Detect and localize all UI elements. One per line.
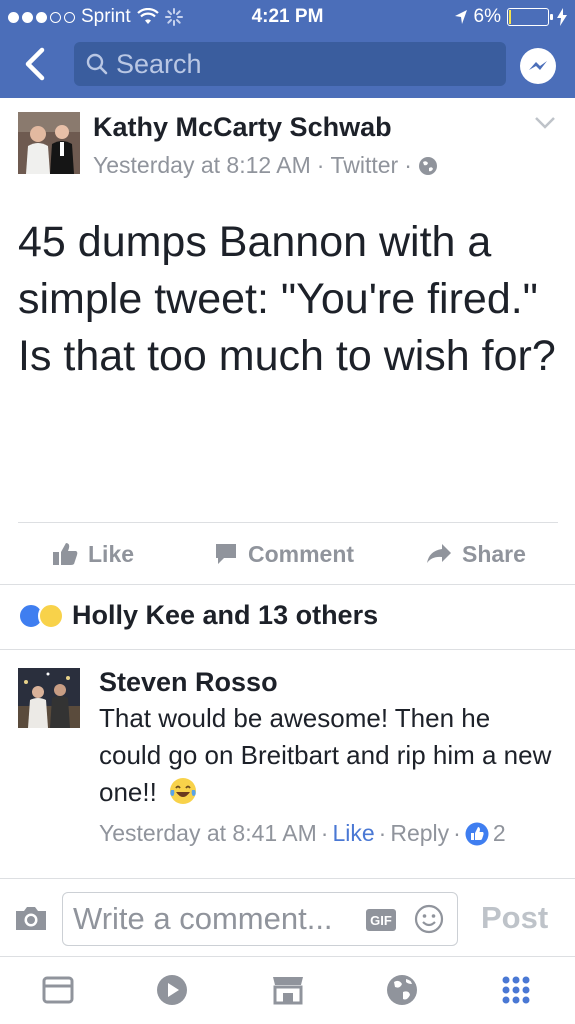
share-label: Share: [462, 540, 526, 567]
tab-marketplace[interactable]: [268, 970, 308, 1010]
avatar-photo: [18, 112, 80, 174]
tab-video[interactable]: [152, 970, 192, 1010]
tab-notifications[interactable]: [382, 970, 422, 1010]
commenter-name[interactable]: Steven Rosso: [99, 667, 278, 698]
post-comment-button[interactable]: Post: [481, 900, 548, 936]
post-meta: Yesterday at 8:12 AM · Twitter ·: [93, 152, 438, 179]
divider: [0, 956, 575, 957]
meta-separator: ·: [404, 152, 412, 178]
post-actions: Like Comment Share: [0, 530, 575, 578]
camera-icon[interactable]: [14, 904, 48, 932]
sticker-smiley-icon[interactable]: [414, 904, 444, 934]
post-author-avatar[interactable]: [18, 112, 80, 174]
battery-percent: 6%: [473, 6, 501, 27]
comment-meta: Yesterday at 8:41 AM · Like · Reply · 2: [99, 820, 506, 847]
meta-separator: ·: [320, 820, 329, 846]
reactions-summary[interactable]: Holly Kee and 13 others: [18, 600, 378, 631]
meta-separator: ·: [378, 820, 387, 846]
location-arrow-icon: [454, 10, 467, 24]
divider: [0, 584, 575, 585]
like-label: Like: [88, 540, 135, 567]
app-header: Sprint 4:21 PM 6% Search: [0, 0, 575, 98]
marketplace-icon: [273, 977, 303, 1005]
navigation-bar: Search: [0, 38, 575, 94]
thumbs-up-badge-icon: [465, 822, 489, 845]
comment-bubble-icon: [216, 544, 236, 564]
comment-body: That would be awesome! Then he could go …: [99, 703, 552, 807]
comment-like-link[interactable]: Like: [332, 820, 374, 847]
tab-more[interactable]: [496, 970, 536, 1010]
post-timestamp[interactable]: Yesterday at 8:12 AM: [93, 152, 311, 179]
back-arrow-icon[interactable]: [18, 44, 52, 84]
meta-separator: ·: [316, 152, 325, 178]
post-source: Twitter: [330, 152, 399, 178]
comment-button[interactable]: Comment: [214, 530, 354, 578]
messenger-button[interactable]: [520, 48, 556, 84]
share-arrow-icon: [427, 544, 451, 563]
tab-news-feed[interactable]: [38, 970, 78, 1010]
more-menu-icon: [502, 976, 530, 1004]
chevron-down-icon[interactable]: [534, 116, 556, 130]
comment-reply-link[interactable]: Reply: [390, 820, 449, 847]
search-icon: [86, 53, 108, 75]
comment-label: Comment: [248, 540, 355, 567]
reaction-icons: [18, 602, 64, 629]
comment-like-count[interactable]: 2: [493, 820, 506, 847]
like-button[interactable]: Like: [52, 530, 134, 578]
news-feed-icon: [42, 976, 74, 1004]
gif-button[interactable]: GIF: [366, 909, 396, 931]
comment-input-placeholder: Write a comment...: [73, 901, 333, 936]
haha-reaction-icon: [38, 602, 64, 629]
avatar-photo: [18, 668, 80, 728]
messenger-icon: [529, 61, 547, 70]
commenter-avatar[interactable]: [18, 668, 80, 728]
divider: [18, 522, 558, 523]
comment-text: That would be awesome! Then he could go …: [99, 700, 559, 811]
battery-icon: [507, 8, 553, 26]
status-right: 6%: [454, 6, 567, 28]
globe-icon: [418, 156, 437, 175]
divider: [0, 878, 575, 879]
search-placeholder: Search: [116, 48, 202, 79]
status-bar: Sprint 4:21 PM 6%: [0, 0, 575, 34]
reactions-text: Holly Kee and 13 others: [72, 600, 379, 630]
comment-timestamp[interactable]: Yesterday at 8:41 AM: [99, 820, 317, 847]
video-icon: [157, 975, 187, 1005]
charging-bolt-icon: [557, 8, 567, 26]
share-button[interactable]: Share: [426, 530, 526, 578]
post-author-name[interactable]: Kathy McCarty Schwab: [93, 112, 392, 143]
thumbs-up-icon: [53, 543, 78, 565]
comment-input[interactable]: Write a comment... GIF: [62, 892, 458, 946]
tears-of-joy-emoji-icon: [170, 778, 197, 804]
notifications-globe-icon: [387, 975, 417, 1005]
search-bar[interactable]: Search: [74, 42, 506, 86]
meta-separator: ·: [453, 820, 461, 846]
post-body-text: 45 dumps Bannon with a simple tweet: "Yo…: [18, 218, 556, 380]
divider: [0, 649, 575, 650]
